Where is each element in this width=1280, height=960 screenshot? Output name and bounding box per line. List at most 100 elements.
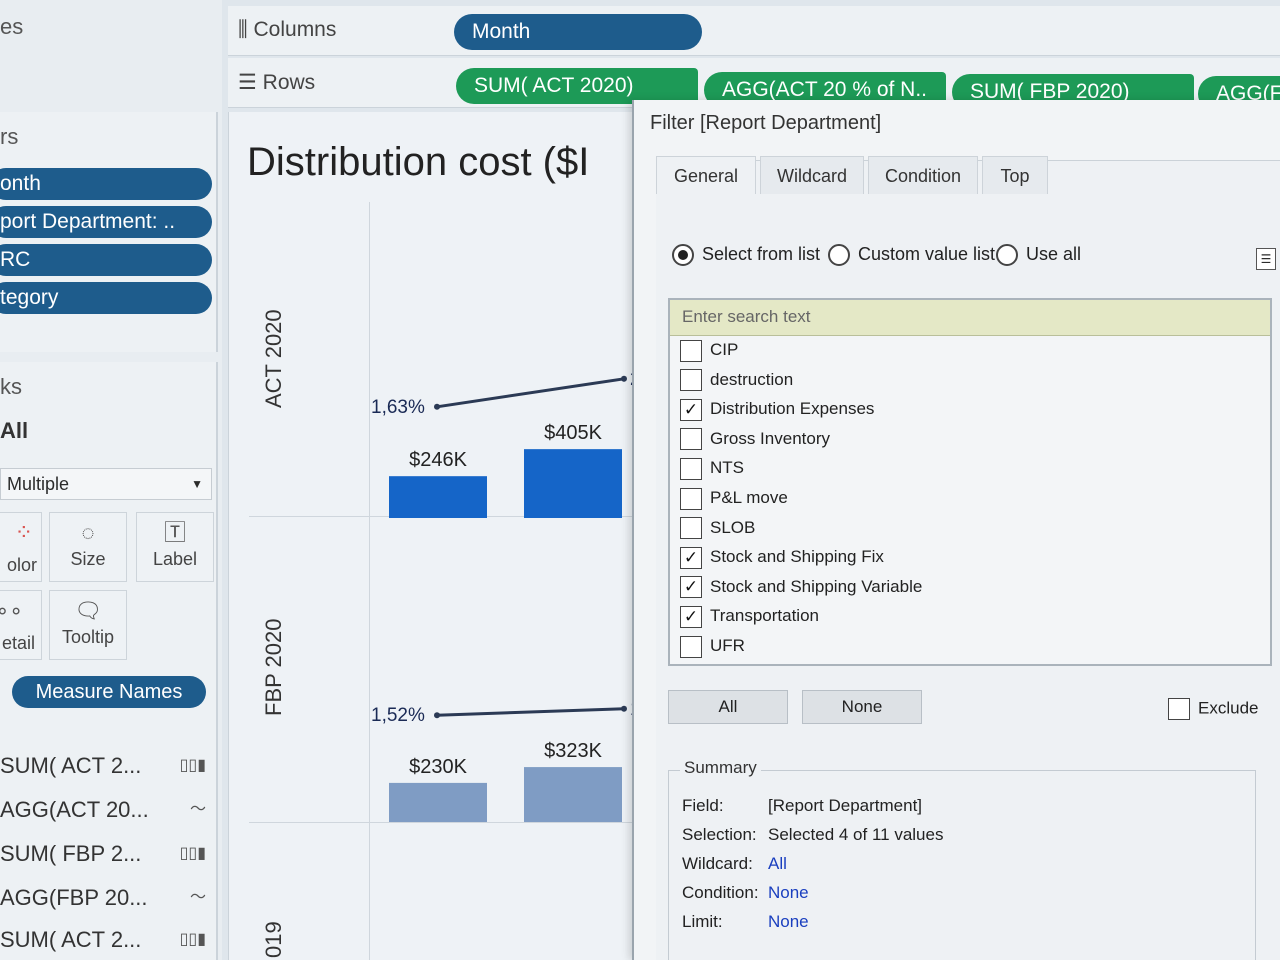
chart-canvas: $246K$405K1,63%2,33%$230K$323K1,52%1,68% — [371, 369, 649, 822]
tab-wildcard[interactable]: Wildcard — [760, 156, 864, 194]
filter-pill-rc[interactable]: RC — [0, 244, 212, 276]
measure-value-item[interactable]: SUM( FBP 2... ▯▯▮ — [0, 834, 216, 874]
tooltip-button-label: Tooltip — [61, 627, 115, 647]
columns-shelf: ⫼ Columns Month — [228, 6, 1280, 56]
radio-select-from-list[interactable]: Select from list — [672, 244, 820, 267]
list-item[interactable]: CIP — [680, 336, 738, 364]
bar-value-label: $323K — [544, 740, 602, 762]
color-button-label: olor — [6, 555, 37, 575]
checkbox[interactable] — [680, 369, 702, 392]
list-item[interactable]: SLOB — [680, 514, 755, 542]
pct-label: 1,63% — [371, 397, 425, 418]
checkbox[interactable] — [680, 635, 702, 658]
list-item-label: UFR — [710, 636, 745, 655]
checkbox[interactable]: ✓ — [680, 546, 702, 569]
pct-line — [436, 707, 625, 717]
pages-card-title: es — [0, 14, 24, 39]
summary-title: Summary — [680, 758, 761, 778]
list-item[interactable]: UFR — [680, 632, 745, 660]
chart-bar — [389, 782, 487, 822]
summary-condition: Condition: None — [682, 883, 809, 902]
measure-value-item[interactable]: SUM( ACT 2... ▯▯▮ — [0, 746, 216, 786]
list-item[interactable]: NTS — [680, 454, 744, 482]
detail-icon: ∘∘ — [0, 598, 23, 623]
list-item-label: NTS — [710, 458, 744, 478]
summary-wildcard: Wildcard: All — [682, 854, 787, 873]
checkbox[interactable] — [680, 517, 702, 540]
summary-wildcard-link[interactable]: All — [768, 854, 787, 874]
size-button[interactable]: ◌ Size — [49, 512, 127, 582]
search-input[interactable]: Enter search text — [670, 300, 1270, 336]
filters-card-title: rs — [0, 124, 19, 149]
measure-value-item[interactable]: AGG(FBP 20... 〜 — [0, 878, 216, 918]
tab-general[interactable]: General — [656, 156, 756, 194]
list-item[interactable]: ✓ Stock and Shipping Variable — [680, 573, 922, 601]
list-item[interactable]: ✓ Transportation — [680, 602, 819, 630]
list-item[interactable]: ✓ Distribution Expenses — [680, 395, 874, 423]
list-menu-icon[interactable]: ☰ — [1256, 248, 1276, 270]
checkbox[interactable] — [680, 339, 702, 362]
mark-type-dropdown[interactable]: Multiple ▼ — [0, 468, 212, 500]
label-icon: 🅃 — [163, 520, 186, 545]
checkbox[interactable] — [680, 428, 702, 451]
measure-value-item[interactable]: SUM( ACT 2... ▯▯▮ — [0, 920, 216, 960]
detail-button[interactable]: ∘∘ etail — [0, 590, 42, 660]
summary-limit: Limit: None — [682, 912, 809, 931]
exclude-checkbox[interactable]: Exclude — [1168, 698, 1258, 720]
measure-value-label: AGG(ACT 20... — [0, 797, 149, 822]
list-item-label: destruction — [710, 369, 794, 389]
summary-condition-link[interactable]: None — [768, 883, 809, 903]
list-item[interactable]: destruction — [680, 366, 793, 394]
list-item-label: Stock and Shipping Fix — [710, 547, 884, 567]
size-icon: ◌ — [81, 520, 95, 545]
summary-field: Field: [Report Department] — [682, 796, 923, 815]
select-none-button[interactable]: None — [802, 690, 922, 724]
pct-point — [434, 712, 440, 719]
columns-pill-month[interactable]: Month — [454, 14, 702, 50]
pct-point — [621, 375, 627, 382]
list-item-label: SLOB — [710, 517, 756, 537]
checkbox[interactable]: ✓ — [680, 605, 702, 628]
list-item[interactable]: ✓ Stock and Shipping Fix — [680, 543, 884, 571]
checkbox[interactable]: ✓ — [680, 398, 702, 421]
summary-box — [668, 770, 1256, 960]
color-button[interactable]: ⁘ olor — [0, 512, 42, 582]
columns-shelf-label: ⫼ Columns — [238, 18, 337, 41]
summary-limit-link[interactable]: None — [768, 912, 809, 932]
bar-value-label: $230K — [409, 756, 467, 778]
radio-indicator — [828, 244, 850, 267]
marks-all-tab[interactable]: All — [0, 418, 28, 444]
select-all-button[interactable]: All — [668, 690, 788, 724]
color-icon: ⁘ — [14, 520, 33, 545]
radio-custom-value-list[interactable]: Custom value list — [828, 244, 995, 267]
filter-pill-category[interactable]: tegory — [0, 282, 212, 314]
list-item[interactable]: P&L move — [680, 484, 788, 512]
checkbox[interactable] — [680, 457, 702, 480]
mark-type-value: Multiple — [7, 474, 70, 494]
chart-bar — [524, 767, 622, 822]
bar-value-label: $246K — [409, 449, 467, 471]
radio-use-all[interactable]: Use all — [996, 244, 1081, 267]
line-icon: 〜 — [189, 889, 206, 906]
size-button-label: Size — [70, 549, 106, 569]
bar-value-label: $405K — [544, 422, 602, 444]
checkbox[interactable] — [680, 487, 702, 510]
filter-pill-report-department[interactable]: port Department: .. — [0, 206, 212, 238]
label-button[interactable]: 🅃 Label — [136, 512, 214, 582]
measure-value-label: SUM( ACT 2... — [0, 927, 142, 952]
list-item[interactable]: Gross Inventory — [680, 425, 830, 453]
filter-pill-month[interactable]: onth — [0, 168, 212, 200]
worksheet-view: Distribution cost ($I ACT 2020 FBP 2020 … — [228, 112, 649, 960]
tooltip-button[interactable]: 🗨 Tooltip — [49, 590, 127, 660]
rows-pill-sum-act-2020[interactable]: SUM( ACT 2020) — [456, 68, 698, 104]
rows-shelf-label: ☰ Rows — [238, 71, 316, 94]
measure-names-pill[interactable]: Measure Names — [12, 676, 206, 708]
chart-bar — [389, 476, 487, 518]
chevron-down-icon: ▼ — [191, 477, 203, 491]
checkbox[interactable]: ✓ — [680, 576, 702, 599]
tab-condition[interactable]: Condition — [868, 156, 978, 194]
sidebar: es rs onth port Department: .. RC tegory… — [0, 0, 222, 960]
measure-value-item[interactable]: AGG(ACT 20... 〜 — [0, 790, 216, 830]
exclude-label: Exclude — [1198, 698, 1259, 718]
tab-top[interactable]: Top — [982, 156, 1048, 194]
